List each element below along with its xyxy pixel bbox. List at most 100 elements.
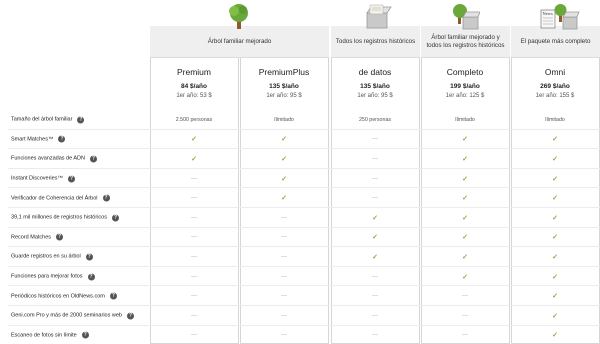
plan-price: 199 $/año [450,83,480,90]
check-icon: ✓ [552,293,558,301]
group-header-label: Árbol familiar mejorado y todos los regi… [426,34,505,49]
help-icon[interactable]: ? [87,273,95,281]
plan-price: 269 $/año [540,83,570,90]
dash-icon: — [191,253,197,260]
records-box-icon [362,2,392,30]
dash-icon: — [372,195,378,202]
feature-label-text: Periódicos históricos en OldNews.com [11,293,105,300]
check-icon: ✓ [462,136,468,144]
feature-label: Periódicos históricos en OldNews.com? [11,292,117,300]
group-header-complete: El paquete más completo [511,26,600,58]
tree-icon [224,2,254,30]
feature-value: Ilimitado [455,116,475,123]
feature-label-text: Verificador de Coherencia del Árbol [11,195,98,202]
check-icon: ✓ [281,175,287,183]
newspaper-tree-box-icon: News [540,2,580,30]
help-icon[interactable]: ? [126,312,134,320]
dash-icon: — [281,332,287,339]
check-icon: ✓ [372,214,378,222]
dash-icon: — [281,273,287,280]
dash-icon: — [281,293,287,300]
check-icon: ✓ [552,253,558,261]
feature-value: Ilimitado [274,116,294,123]
plan-first-year-price: 1er año: 53 $ [176,93,212,99]
dash-icon: — [191,293,197,300]
check-icon: ✓ [281,136,287,144]
plan-first-year-price: 1er año: 125 $ [445,93,485,99]
help-icon[interactable]: ? [56,233,64,241]
check-icon: ✓ [552,332,558,340]
plan-price: 135 $/año [360,83,390,90]
feature-row: Smart Matches™? ✓ ✓ — ✓ ✓ [0,130,600,150]
dash-icon: — [191,214,197,221]
feature-label-text: Smart Matches™ [11,136,54,143]
check-icon: ✓ [462,253,468,261]
feature-row: Guarde registros en su árbol? — — ✓ ✓ ✓ [0,247,600,267]
feature-label-text: Record Matches [11,234,52,241]
dash-icon: — [372,155,378,162]
help-icon[interactable]: ? [58,135,66,143]
help-icon[interactable]: ? [77,116,85,124]
dash-icon: — [462,293,468,300]
dash-icon: — [462,332,468,339]
feature-row: 39,1 mil millones de registros histórico… [0,208,600,228]
check-icon: ✓ [372,253,378,261]
group-header-label: Todos los registros históricos [335,37,416,45]
help-icon[interactable]: ? [102,194,110,202]
help-icon[interactable]: ? [81,331,89,339]
feature-label: Record Matches? [11,233,64,241]
dash-icon: — [191,175,197,182]
check-icon: ✓ [462,195,468,203]
check-icon: ✓ [552,312,558,320]
dash-icon: — [372,273,378,280]
help-icon[interactable]: ? [90,155,97,163]
dash-icon: — [281,312,287,319]
plan-name: Completo [446,67,484,77]
feature-value: Ilimitado [545,116,565,123]
check-icon: ✓ [462,175,468,183]
plan-name: de datos [358,67,392,77]
group-header-records: Todos los registros históricos [331,26,420,58]
dash-icon: — [281,234,287,241]
check-icon: ✓ [281,195,287,203]
plan-name: PremiumPlus [258,67,310,77]
check-icon: ✓ [372,234,378,242]
plan-price: 84 $/año [180,83,207,90]
help-icon[interactable]: ? [85,253,93,261]
svg-text:News: News [543,11,553,16]
check-icon: ✓ [191,136,197,144]
feature-label: Funciones avanzadas de ADN? [11,155,97,163]
check-icon: ✓ [462,155,468,163]
check-icon: ✓ [552,234,558,242]
feature-row: Periódicos históricos en OldNews.com? — — —… [0,286,600,306]
feature-value: 250 personas [358,116,392,123]
feature-label: Geni.com Pro y más de 2000 seminarios we… [11,312,134,320]
feature-row: Record Matches? — — ✓ ✓ ✓ [0,228,600,248]
check-icon: ✓ [552,175,558,183]
feature-label-text: Escaneo de fotos sin límite [11,332,77,339]
feature-label: Tamaño del árbol familiar? [11,116,85,124]
check-icon: ✓ [462,234,468,242]
dash-icon: — [191,195,197,202]
check-icon: ✓ [552,214,558,222]
group-header-label: Árbol familiar mejorado [207,37,272,45]
feature-label-text: Guarde registros en su árbol [11,253,81,260]
feature-label: Smart Matches™? [11,135,66,143]
plan-price: 135 $/año [269,83,299,90]
feature-label: Funciones para mejorar fotos? [11,273,95,281]
help-icon[interactable]: ? [111,214,119,222]
dash-icon: — [462,312,468,319]
feature-label-text: 39,1 mil millones de registros histórico… [11,214,107,221]
dash-icon: — [281,253,287,260]
help-icon[interactable]: ? [109,292,117,300]
plan-first-year-price: 1er año: 95 $ [357,93,393,99]
check-icon: ✓ [281,155,287,163]
help-icon[interactable]: ? [67,175,75,183]
group-header-label: El paquete más completo [520,37,591,45]
feature-label-text: Funciones avanzadas de ADN [11,155,85,162]
plan-first-year-price: 1er año: 155 $ [535,93,575,99]
dash-icon: — [372,312,378,319]
dash-icon: — [281,214,287,221]
dash-icon: — [372,136,378,143]
check-icon: ✓ [191,155,197,163]
